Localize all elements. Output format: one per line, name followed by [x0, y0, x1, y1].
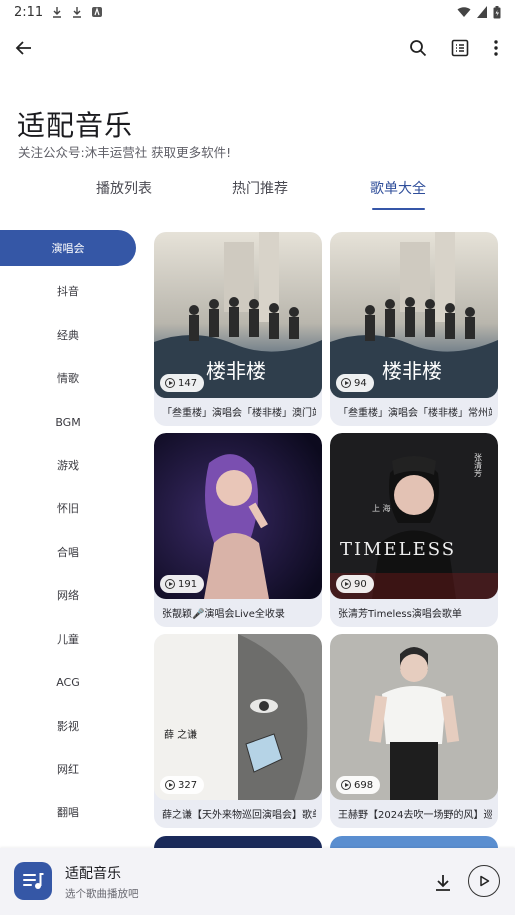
- playlist-card[interactable]: 楼非楼 94 「叁重楼」演唱会「楼非楼」常州站: [330, 232, 498, 426]
- playlist-card[interactable]: 191 张靓颖🎤演唱会Live全收录: [154, 433, 322, 627]
- category-item[interactable]: 抖音: [0, 273, 136, 309]
- tab-bar: 播放列表 热门推荐 歌单大全: [0, 178, 515, 210]
- download-button[interactable]: [430, 870, 456, 896]
- play-count-badge: 698: [336, 776, 381, 794]
- play-button[interactable]: [468, 865, 500, 897]
- page-title: 适配音乐: [17, 109, 134, 142]
- tab-playlist-collection[interactable]: 歌单大全: [362, 178, 434, 210]
- active-tab-indicator: [372, 208, 425, 210]
- poster-artist: 张清芳: [474, 453, 483, 478]
- category-item[interactable]: 经典: [0, 317, 136, 353]
- category-item[interactable]: 演唱会: [0, 230, 136, 266]
- category-item[interactable]: BGM: [0, 404, 136, 440]
- category-label: 网红: [57, 763, 79, 776]
- category-item[interactable]: 网络: [0, 577, 136, 613]
- playlist-title: 张靓颖🎤演唱会Live全收录: [162, 609, 285, 620]
- play-icon: [165, 780, 175, 790]
- arrow-left-icon: [15, 41, 31, 55]
- category-label: 经典: [57, 329, 79, 342]
- status-time: 2:11: [14, 4, 44, 20]
- wifi-icon: [457, 7, 471, 17]
- playlist-card-partial[interactable]: [330, 836, 498, 848]
- category-label: 游戏: [57, 459, 79, 472]
- top-app-bar: [0, 28, 515, 68]
- category-item[interactable]: ACG: [0, 664, 136, 700]
- play-count-badge: 90: [336, 575, 374, 593]
- category-item[interactable]: 网红: [0, 751, 136, 787]
- poster-title: TIMELESS: [340, 539, 456, 560]
- play-icon: [165, 378, 175, 388]
- list-icon: [451, 39, 469, 57]
- category-label: 影视: [57, 720, 79, 733]
- download-notification-icon: [73, 7, 82, 18]
- category-label: ACG: [56, 675, 80, 689]
- poster-title: 楼非楼: [382, 359, 442, 383]
- status-bar: 2:11: [0, 0, 515, 24]
- play-icon: [341, 378, 351, 388]
- category-label: 抖音: [57, 285, 79, 298]
- play-count-badge: 191: [160, 575, 205, 593]
- playlist-card[interactable]: 698 王赫野【2024去吹一场野的风】巡演: [330, 634, 498, 828]
- category-label: 翻唱: [57, 806, 79, 819]
- category-label: 演唱会: [51, 242, 85, 255]
- category-item[interactable]: 儿童: [0, 621, 136, 657]
- poster-title: 楼非楼: [206, 359, 266, 383]
- play-icon: [165, 579, 175, 589]
- category-item[interactable]: 情歌: [0, 360, 136, 396]
- playlist-card[interactable]: 薛 之谦 327 薛之谦【天外来物巡回演唱会】歌单: [154, 634, 322, 828]
- tab-hot-recommend[interactable]: 热门推荐: [224, 178, 296, 210]
- playlist-card-partial[interactable]: [154, 836, 322, 848]
- signal-icon: [477, 6, 487, 18]
- play-icon: [341, 579, 351, 589]
- player-title: 适配音乐: [65, 866, 121, 882]
- battery-icon: [493, 5, 501, 18]
- play-count-badge: 147: [160, 374, 205, 392]
- category-label: BGM: [55, 415, 81, 429]
- player-subtitle: 选个歌曲播放吧: [65, 888, 139, 900]
- playlist-card[interactable]: TIMELESS 上 海 张清芳 90 张清芳Timeless演唱会歌单: [330, 433, 498, 627]
- tab-label: 热门推荐: [232, 181, 288, 197]
- app-notification-icon: [92, 7, 103, 17]
- category-item[interactable]: 合唱: [0, 534, 136, 570]
- play-icon: [341, 780, 351, 790]
- download-icon: [436, 875, 450, 891]
- play-count-badge: 94: [336, 374, 374, 392]
- category-label: 儿童: [57, 633, 79, 646]
- category-label: 网络: [57, 589, 79, 602]
- playlist-title: 张清芳Timeless演唱会歌单: [338, 609, 462, 620]
- category-label: 情歌: [57, 372, 79, 385]
- list-button[interactable]: [440, 28, 480, 68]
- more-vert-icon: [494, 40, 498, 56]
- poster-artist: 薛 之谦: [164, 728, 197, 741]
- more-options-button[interactable]: [476, 28, 515, 68]
- category-label: 怀旧: [57, 502, 79, 515]
- page-subtitle: 关注公众号:沐丰运营社 获取更多软件!: [18, 145, 232, 160]
- playlist-title: 「叁重楼」演唱会「楼非楼」常州站: [338, 408, 492, 419]
- category-item[interactable]: 怀旧: [0, 490, 136, 526]
- download-notification-icon: [53, 7, 62, 18]
- tab-label: 歌单大全: [370, 181, 426, 197]
- mini-player[interactable]: 适配音乐 选个歌曲播放吧: [0, 848, 515, 915]
- play-icon: [480, 875, 490, 887]
- category-item[interactable]: 影视: [0, 708, 136, 744]
- poster-city: 上 海: [372, 503, 391, 513]
- category-label: 合唱: [57, 546, 79, 559]
- playlist-card[interactable]: 楼非楼 147 「叁重楼」演唱会「楼非楼」澳门站LI: [154, 232, 322, 426]
- playlist-title: 王赫野【2024去吹一场野的风】巡演: [338, 810, 492, 821]
- play-count-badge: 327: [160, 776, 205, 794]
- search-icon: [410, 40, 427, 57]
- search-button[interactable]: [398, 28, 438, 68]
- category-item[interactable]: 翻唱: [0, 794, 136, 830]
- music-queue-icon: [14, 862, 52, 900]
- tab-playlist[interactable]: 播放列表: [88, 178, 160, 210]
- category-item[interactable]: 游戏: [0, 447, 136, 483]
- playlist-title: 薛之谦【天外来物巡回演唱会】歌单: [162, 810, 316, 821]
- back-button[interactable]: [4, 28, 44, 68]
- playlist-title: 「叁重楼」演唱会「楼非楼」澳门站LI: [162, 408, 316, 419]
- tab-label: 播放列表: [96, 181, 152, 197]
